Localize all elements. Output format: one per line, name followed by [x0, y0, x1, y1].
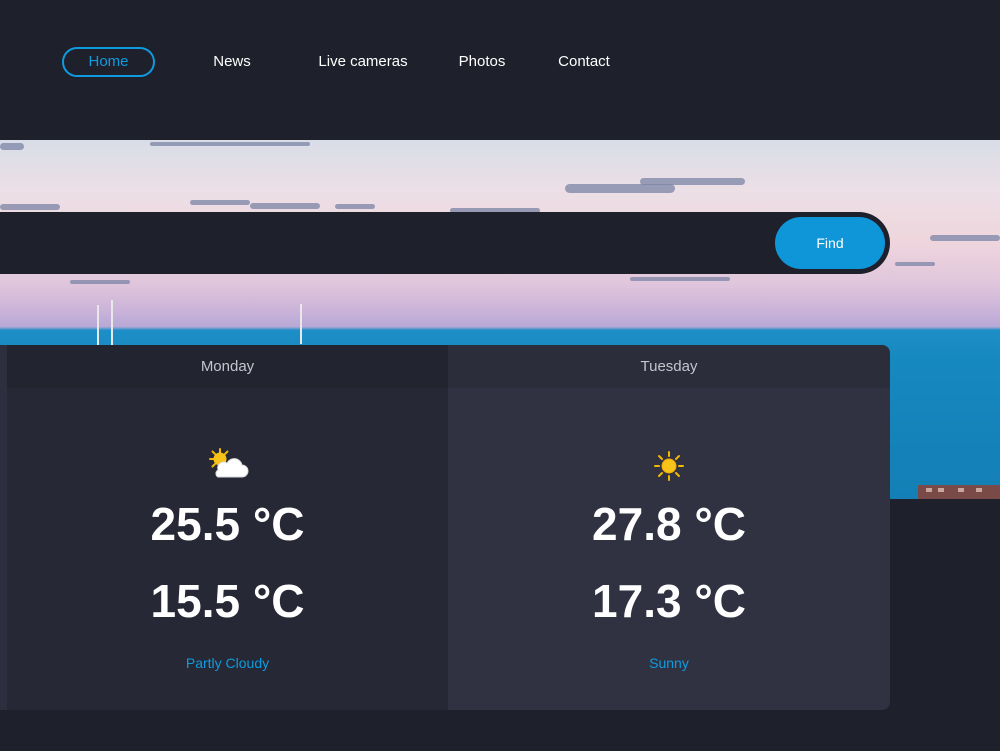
search-bar	[0, 212, 890, 274]
partly-cloudy-icon	[206, 447, 250, 486]
max-temperature: 27.8 °C	[592, 498, 746, 550]
weather-condition: Partly Cloudy	[185, 655, 270, 671]
nav-item-contact[interactable]: Contact	[550, 47, 618, 77]
sun-icon	[654, 451, 684, 486]
min-temperature: 15.5 °C	[150, 575, 305, 627]
day-name: Monday	[7, 345, 448, 388]
nav-item-photos[interactable]: Photos	[452, 47, 512, 77]
forecast-left-strip	[0, 345, 7, 710]
find-button[interactable]: Find	[775, 217, 885, 269]
nav-item-home[interactable]: Home	[62, 47, 155, 77]
max-temperature: 25.5 °C	[150, 498, 305, 550]
forecast-card-monday: Monday 25.5 °C 15.5 °C Partly Cloudy	[7, 345, 448, 710]
top-navigation: Home News Live cameras Photos Contact	[0, 0, 1000, 140]
weather-condition: Sunny	[649, 655, 689, 671]
forecast-card-tuesday: Tuesday 27.8 °C 17.3 °C Sunny	[448, 345, 890, 710]
nav-item-live-cameras[interactable]: Live cameras	[313, 47, 413, 77]
day-name: Tuesday	[448, 345, 890, 388]
forecast-panel: Monday 25.5 °C 15.5 °C Partly Cloudy Tue…	[0, 345, 890, 710]
nav-item-news[interactable]: News	[202, 47, 262, 77]
min-temperature: 17.3 °C	[592, 575, 746, 627]
search-input[interactable]	[0, 220, 724, 268]
